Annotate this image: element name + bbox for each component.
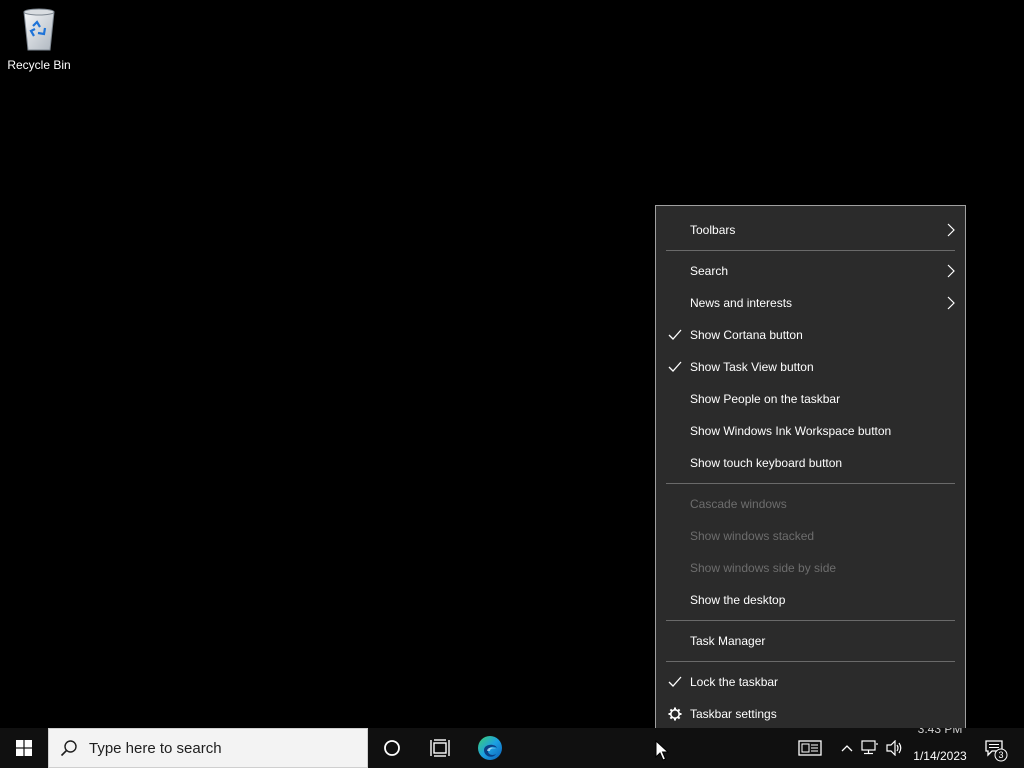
checkmark-icon	[665, 325, 685, 345]
menu-item-show-windows-side-by-side: Show windows side by side	[656, 553, 965, 583]
menu-item-show-the-desktop[interactable]: Show the desktop	[656, 585, 965, 615]
menu-item-show-touch-keyboard[interactable]: Show touch keyboard button	[656, 448, 965, 478]
search-box[interactable]: Type here to search	[48, 728, 368, 768]
menu-item-search[interactable]: Search	[656, 256, 965, 286]
checkmark-icon	[665, 672, 685, 692]
speaker-icon	[886, 740, 902, 756]
recycle-bin-label: Recycle Bin	[7, 58, 71, 72]
menu-separator	[666, 483, 955, 484]
menu-item-label: Taskbar settings	[690, 707, 777, 721]
menu-item-toolbars[interactable]: Toolbars	[656, 215, 965, 245]
task-view-icon	[430, 739, 450, 757]
news-icon	[798, 740, 822, 756]
checkmark-icon	[665, 357, 685, 377]
volume-button[interactable]	[882, 728, 908, 768]
taskbar-context-menu: Toolbars Search News and interests Show …	[655, 205, 966, 737]
clock-time: 3:43 PM	[917, 728, 963, 736]
mouse-cursor-icon	[655, 740, 669, 761]
menu-item-show-people[interactable]: Show People on the taskbar	[656, 384, 965, 414]
edge-browser-icon	[478, 736, 502, 760]
menu-item-label: Show windows stacked	[690, 529, 815, 543]
news-and-interests-button[interactable]	[794, 728, 826, 768]
recycle-bin-shortcut[interactable]: Recycle Bin	[4, 6, 74, 78]
clock[interactable]: 3:43 PM 1/14/2023	[908, 728, 972, 768]
chevron-right-icon	[945, 295, 957, 311]
menu-item-label: Show windows side by side	[690, 561, 837, 575]
menu-item-show-cortana-button[interactable]: Show Cortana button	[656, 320, 965, 350]
show-hidden-icons-button[interactable]	[836, 728, 858, 768]
windows-logo-icon	[16, 740, 32, 756]
menu-item-label: Search	[690, 264, 729, 278]
menu-item-label: Show Task View button	[690, 360, 814, 374]
menu-item-label: Show touch keyboard button	[690, 456, 843, 470]
menu-item-label: Show People on the taskbar	[690, 392, 841, 406]
menu-item-label: Cascade windows	[690, 497, 787, 511]
menu-separator	[666, 661, 955, 662]
menu-item-label: Show Cortana button	[690, 328, 803, 342]
menu-item-taskbar-settings[interactable]: Taskbar settings	[656, 699, 965, 729]
menu-item-lock-the-taskbar[interactable]: Lock the taskbar	[656, 667, 965, 697]
menu-item-label: Show the desktop	[690, 593, 786, 607]
recycle-bin-icon	[23, 8, 55, 51]
menu-item-label: Task Manager	[690, 634, 766, 648]
menu-item-task-manager[interactable]: Task Manager	[656, 626, 965, 656]
menu-item-show-task-view-button[interactable]: Show Task View button	[656, 352, 965, 382]
cortana-icon	[384, 740, 400, 756]
menu-item-label: Lock the taskbar	[690, 675, 779, 689]
clock-date: 1/14/2023	[913, 749, 967, 763]
menu-item-show-windows-stacked: Show windows stacked	[656, 521, 965, 551]
notification-count-badge: 3	[994, 748, 1008, 767]
start-button[interactable]	[0, 728, 48, 768]
gear-icon	[665, 704, 685, 724]
chevron-right-icon	[945, 263, 957, 279]
chevron-up-icon	[841, 745, 853, 752]
menu-item-label: Toolbars	[690, 223, 736, 237]
network-button[interactable]	[858, 728, 882, 768]
chevron-right-icon	[945, 222, 957, 238]
menu-item-show-windows-ink[interactable]: Show Windows Ink Workspace button	[656, 416, 965, 446]
search-placeholder: Type here to search	[89, 739, 222, 757]
menu-item-cascade-windows: Cascade windows	[656, 489, 965, 519]
menu-item-label: News and interests	[690, 296, 793, 310]
cortana-button[interactable]	[368, 728, 416, 768]
menu-separator	[666, 250, 955, 251]
menu-item-news-and-interests[interactable]: News and interests	[656, 288, 965, 318]
search-icon	[49, 728, 89, 768]
menu-item-label: Show Windows Ink Workspace button	[690, 424, 892, 438]
taskbar[interactable]: Type here to search 3:43 PM 1/14/2023	[0, 728, 1024, 768]
notification-count: 3	[998, 750, 1004, 760]
network-icon	[861, 740, 878, 755]
edge-taskbar-button[interactable]	[466, 728, 514, 768]
menu-separator	[666, 620, 955, 621]
task-view-button[interactable]	[416, 728, 464, 768]
